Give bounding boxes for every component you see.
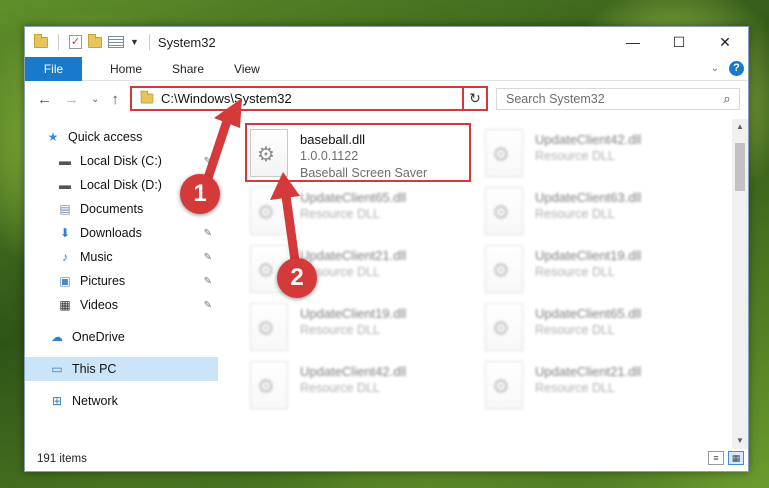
step-badge-2: 2 (277, 258, 317, 298)
step-badge-1: 1 (180, 174, 220, 214)
arrow-2 (270, 172, 301, 273)
tutorial-arrows (199, 98, 301, 273)
